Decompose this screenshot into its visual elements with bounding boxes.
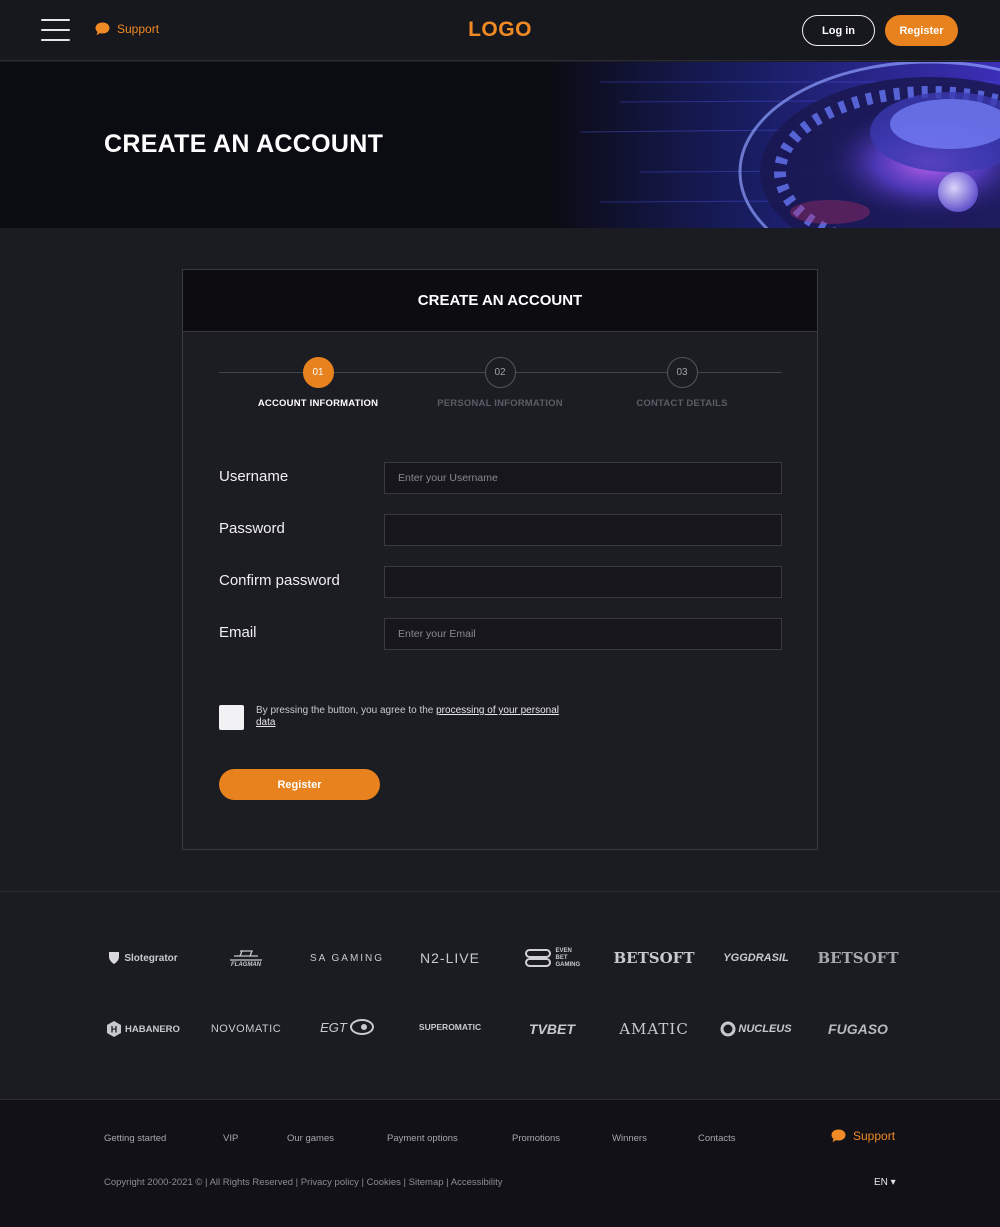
provider-logo[interactable]: BETSOFT: [604, 943, 704, 973]
cookies-link[interactable]: Cookies: [367, 1177, 401, 1188]
nucleus-logo-icon: [720, 1021, 736, 1037]
sitemap-link[interactable]: Sitemap: [409, 1177, 444, 1188]
username-input[interactable]: [384, 462, 782, 494]
footer-link-getting-started[interactable]: Getting started: [104, 1133, 166, 1144]
footer-link-our-games[interactable]: Our games: [287, 1133, 334, 1144]
habanero-logo-icon: H: [107, 1021, 122, 1037]
provider-logo[interactable]: NUCLEUS: [706, 1014, 806, 1044]
password-row: Password: [219, 514, 782, 546]
footer-support-label: Support: [853, 1129, 896, 1143]
provider-logo[interactable]: EGT: [297, 1012, 397, 1042]
step-label: CONTACT DETAILS: [636, 398, 728, 409]
consent-checkbox[interactable]: [219, 705, 244, 730]
username-row: Username: [219, 462, 782, 494]
email-label: Email: [219, 624, 257, 641]
submit-register-button[interactable]: Register: [219, 769, 380, 800]
provider-logo[interactable]: BETSOFT: [808, 943, 908, 973]
egt-logo-icon: [349, 1019, 374, 1035]
login-button[interactable]: Log in: [802, 15, 875, 46]
step-account-information[interactable]: 01 ACCOUNT INFORMATION: [228, 357, 408, 409]
provider-logo[interactable]: N2-LIVE: [400, 943, 500, 973]
hero-banner: CREATE AN ACCOUNT: [0, 62, 1000, 228]
accessibility-link[interactable]: Accessibility: [451, 1177, 503, 1188]
game-providers: Slotegrator FLAGMAN SA GAMING N2-LIVE EV…: [0, 891, 1000, 1099]
footer-support-link[interactable]: Support: [831, 1129, 895, 1143]
privacy-policy-link[interactable]: Privacy policy: [301, 1177, 359, 1188]
form-title: CREATE AN ACCOUNT: [183, 270, 817, 332]
footer-link-promotions[interactable]: Promotions: [512, 1133, 560, 1144]
footer-link-winners[interactable]: Winners: [612, 1133, 647, 1144]
footer-link-contacts[interactable]: Contacts: [698, 1133, 736, 1144]
step-label: ACCOUNT INFORMATION: [257, 398, 379, 409]
confirm-password-input[interactable]: [384, 566, 782, 598]
consent-label: By pressing the button, you agree to the: [256, 705, 434, 716]
step-contact-details[interactable]: 03 CONTACT DETAILS: [592, 357, 772, 409]
username-label: Username: [219, 468, 289, 485]
provider-logo[interactable]: FUGASO: [808, 1014, 908, 1044]
email-row: Email: [219, 618, 782, 650]
register-button[interactable]: Register: [885, 15, 958, 46]
footer-link-vip[interactable]: VIP: [223, 1133, 238, 1144]
step-personal-information[interactable]: 02 PERSONAL INFORMATION: [410, 357, 590, 409]
footer-link-payment-options[interactable]: Payment options: [387, 1133, 458, 1144]
copyright-line: Copyright 2000-2021 © | All Rights Reser…: [104, 1177, 503, 1188]
evenbet-logo-icon: [524, 949, 551, 967]
provider-logo[interactable]: Slotegrator: [93, 943, 193, 973]
chat-bubble-icon: [831, 1129, 846, 1143]
page-footer: Getting started VIP Our games Payment op…: [0, 1099, 1000, 1227]
step-label: PERSONAL INFORMATION: [437, 398, 563, 409]
flagman-logo-icon: [230, 950, 262, 961]
provider-logo[interactable]: SUPEROMATIC: [400, 1012, 500, 1042]
provider-logo[interactable]: SA GAMING: [297, 943, 397, 973]
language-selector[interactable]: EN ▾: [874, 1177, 896, 1188]
provider-logo[interactable]: YGGDRASIL: [706, 943, 806, 973]
provider-logo[interactable]: H HABANERO: [93, 1014, 193, 1044]
confirm-password-label: Confirm password: [219, 572, 340, 589]
step-number: 02: [484, 357, 516, 388]
hero-title: CREATE AN ACCOUNT: [104, 130, 384, 158]
provider-logo[interactable]: AMATIC: [604, 1014, 704, 1044]
shield-icon: [109, 952, 120, 964]
provider-logo[interactable]: EVEN BET GAMING: [502, 943, 602, 973]
password-input[interactable]: [384, 514, 782, 546]
svg-text:H: H: [111, 1025, 118, 1035]
confirm-password-row: Confirm password: [219, 566, 782, 598]
provider-logo[interactable]: TVBET: [502, 1014, 602, 1044]
consent-text: By pressing the button, you agree to the…: [256, 705, 576, 729]
step-number: 03: [666, 357, 698, 388]
step-number: 01: [302, 357, 334, 388]
provider-logo[interactable]: NOVOMATIC: [196, 1014, 296, 1044]
email-input[interactable]: [384, 618, 782, 650]
copyright-text: Copyright 2000-2021 © | All Rights Reser…: [104, 1177, 299, 1188]
provider-logo[interactable]: FLAGMAN: [196, 943, 296, 973]
registration-form: CREATE AN ACCOUNT 01 ACCOUNT INFORMATION…: [182, 269, 818, 850]
password-label: Password: [219, 520, 285, 537]
top-header: Support LOGO Log in Register: [0, 0, 1000, 61]
